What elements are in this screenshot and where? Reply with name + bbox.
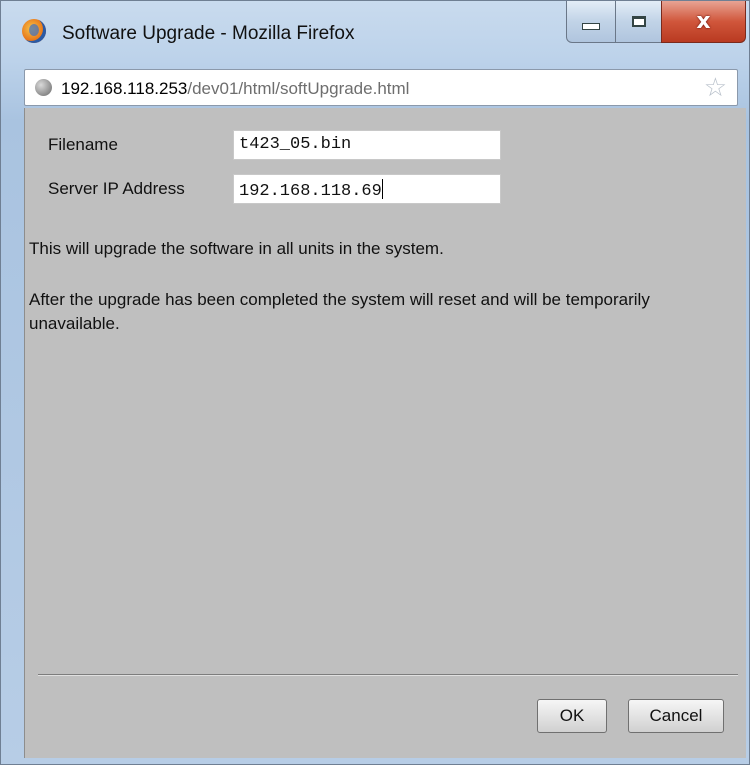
server-ip-input[interactable]: 192.168.118.69: [233, 174, 501, 204]
firefox-window: Software Upgrade - Mozilla Firefox x 192…: [0, 0, 750, 765]
text-caret: [381, 179, 383, 199]
divider: [38, 674, 738, 676]
url-bar[interactable]: 192.168.118.253/dev01/html/softUpgrade.h…: [24, 69, 738, 106]
minimize-icon: [582, 23, 600, 30]
window-title: Software Upgrade - Mozilla Firefox: [62, 23, 355, 44]
title-bar[interactable]: Software Upgrade - Mozilla Firefox x: [1, 1, 749, 63]
upgrade-message: This will upgrade the software in all un…: [29, 239, 444, 258]
url-path: /dev01/html/softUpgrade.html: [187, 79, 410, 98]
star-icon[interactable]: ☆: [704, 73, 727, 103]
server-ip-value: 192.168.118.69: [239, 182, 382, 201]
server-ip-label: Server IP Address: [48, 179, 185, 198]
filename-input[interactable]: t423_05.bin: [233, 130, 501, 160]
cancel-button[interactable]: Cancel: [628, 699, 724, 733]
maximize-icon: [631, 16, 646, 27]
filename-value: t423_05.bin: [239, 135, 352, 154]
maximize-button[interactable]: [615, 1, 662, 43]
dialog-content: Filename t423_05.bin Server IP Address 1…: [24, 108, 746, 758]
url-text: 192.168.118.253/dev01/html/softUpgrade.h…: [61, 79, 409, 99]
url-host: 192.168.118.253: [61, 79, 188, 98]
close-icon: x: [696, 9, 711, 34]
minimize-button[interactable]: [566, 1, 616, 43]
firefox-logo-icon: [22, 19, 46, 43]
globe-icon: [35, 79, 52, 96]
reset-warning-message: After the upgrade has been completed the…: [29, 290, 650, 333]
filename-label: Filename: [48, 135, 118, 154]
ok-button[interactable]: OK: [537, 699, 607, 733]
close-button[interactable]: x: [661, 1, 746, 43]
